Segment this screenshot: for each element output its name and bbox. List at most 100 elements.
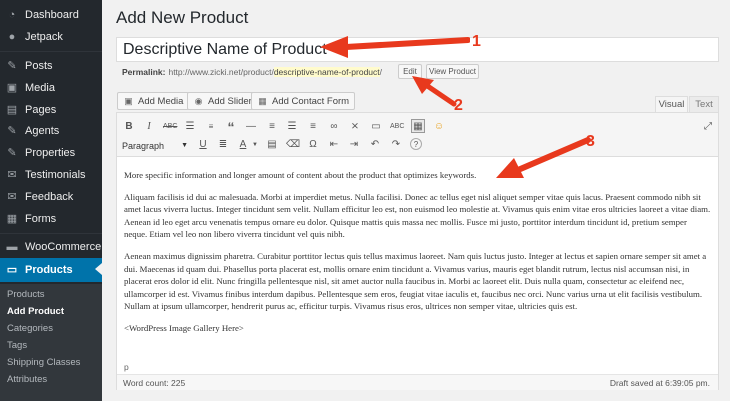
nav-media[interactable]: ▣ Media bbox=[0, 77, 102, 99]
tab-text[interactable]: Text bbox=[689, 96, 719, 112]
numbered-list-icon[interactable]: ≡ bbox=[204, 120, 218, 134]
dashboard-icon: ◔ bbox=[8, 9, 16, 21]
submenu-add-product[interactable]: Add Product bbox=[7, 306, 64, 317]
bold-icon[interactable]: B bbox=[122, 120, 136, 134]
media-icon: ▣ bbox=[6, 82, 18, 94]
align-center-icon[interactable]: ☰ bbox=[285, 120, 299, 134]
intro-paragraph: More specific information and longer amo… bbox=[124, 170, 477, 180]
paste-text-icon[interactable]: ▤ bbox=[265, 138, 279, 152]
annotation-number-1: 1 bbox=[472, 33, 481, 50]
submenu-categories[interactable]: Categories bbox=[7, 323, 53, 334]
comment-icon: ✉ bbox=[7, 169, 17, 181]
chevron-down-icon: ▼ bbox=[181, 142, 188, 149]
toolbar-toggle-icon[interactable]: ▦ bbox=[411, 119, 425, 133]
word-count: Word count: 225 bbox=[123, 378, 186, 388]
horizontal-rule-icon[interactable]: — bbox=[244, 120, 258, 134]
help-icon[interactable]: ? bbox=[410, 138, 422, 150]
permalink-label: Permalink: bbox=[122, 67, 166, 77]
nav-label: Forms bbox=[25, 213, 57, 225]
tab-visual[interactable]: Visual bbox=[655, 96, 688, 112]
woocommerce-icon: ▬ bbox=[6, 241, 18, 253]
nav-products[interactable]: ▭ Products bbox=[0, 258, 102, 282]
products-icon: ▭ bbox=[6, 264, 18, 276]
element-path: p bbox=[124, 362, 129, 372]
nav-label: WooCommerce bbox=[25, 241, 102, 253]
annotation-number-2: 2 bbox=[454, 97, 463, 114]
editor-toolbar: B I ABC ☰ ≡ “ — ≡ ☰ ≡ ∞ ⨯ ▭ ABC ▦ ☺ ⤢ Pa… bbox=[117, 113, 718, 157]
redo-icon[interactable]: ↷ bbox=[389, 138, 403, 152]
permalink-slug[interactable]: descriptive-name-of-product bbox=[273, 67, 380, 77]
add-contact-form-button[interactable]: ▦ Add Contact Form bbox=[251, 92, 356, 110]
media-icon: ▣ bbox=[124, 95, 133, 106]
indent-icon[interactable]: ⇥ bbox=[347, 138, 361, 152]
format-select[interactable]: Paragraph ▼ bbox=[122, 138, 188, 153]
annotation-arrow-2 bbox=[412, 76, 457, 107]
editor-content[interactable]: More specific information and longer amo… bbox=[124, 169, 712, 344]
outdent-icon[interactable]: ⇤ bbox=[327, 138, 341, 152]
link-icon[interactable]: ∞ bbox=[327, 120, 341, 134]
justify-icon[interactable]: ≣ bbox=[216, 138, 230, 152]
nav-posts[interactable]: ✎ Posts bbox=[0, 55, 102, 77]
spellcheck-icon[interactable]: ABC bbox=[390, 120, 404, 134]
menu-separator bbox=[0, 51, 102, 52]
undo-icon[interactable]: ↶ bbox=[368, 138, 382, 152]
page-title: Add New Product bbox=[116, 8, 249, 27]
title-value: Descriptive Name of Product bbox=[123, 40, 327, 58]
nav-properties[interactable]: ✎ Properties bbox=[0, 142, 102, 164]
nav-label: Testimonials bbox=[25, 169, 86, 181]
products-submenu: Products Add Product Categories Tags Shi… bbox=[0, 284, 102, 401]
blockquote-icon[interactable]: “ bbox=[224, 120, 238, 134]
nav-forms[interactable]: ▦ Forms bbox=[0, 208, 102, 230]
permalink-row: Permalink: http://www.zicki.net/product/… bbox=[122, 66, 382, 78]
submenu-tags[interactable]: Tags bbox=[7, 340, 27, 351]
form-icon: ▦ bbox=[258, 95, 267, 106]
nav-testimonials[interactable]: ✉ Testimonials bbox=[0, 164, 102, 186]
annotation-arrow-3 bbox=[496, 137, 591, 178]
nav-woocommerce[interactable]: ▬ WooCommerce bbox=[0, 236, 102, 258]
body-paragraph: Aliquam facilisis id dui ac malesuada. M… bbox=[124, 191, 711, 240]
format-select-value: Paragraph bbox=[122, 140, 165, 151]
permalink-trail: / bbox=[379, 67, 383, 77]
submenu-products[interactable]: Products bbox=[7, 289, 45, 300]
strikethrough-icon[interactable]: ABC bbox=[163, 120, 177, 134]
chevron-down-icon[interactable]: ▼ bbox=[248, 138, 262, 152]
add-media-button[interactable]: ▣ Add Media bbox=[117, 92, 190, 110]
nav-label: Media bbox=[25, 82, 55, 94]
underline-icon[interactable]: U bbox=[196, 138, 210, 152]
slider-icon: ◉ bbox=[194, 95, 203, 106]
align-left-icon[interactable]: ≡ bbox=[265, 120, 279, 134]
nav-dashboard[interactable]: ◔ Dashboard bbox=[0, 4, 102, 26]
nav-agents[interactable]: ✎ Agents bbox=[0, 120, 102, 142]
nav-feedback[interactable]: ✉ Feedback bbox=[0, 186, 102, 208]
annotation-arrow-1 bbox=[320, 36, 470, 58]
submenu-attributes[interactable]: Attributes bbox=[7, 374, 47, 385]
submenu-shipping-classes[interactable]: Shipping Classes bbox=[7, 357, 80, 368]
align-right-icon[interactable]: ≡ bbox=[306, 120, 320, 134]
draft-saved-status: Draft saved at 6:39:05 pm. bbox=[609, 378, 710, 388]
nav-pages[interactable]: ▤ Pages bbox=[0, 99, 102, 121]
gallery-placeholder: <WordPress Image Gallery Here> bbox=[124, 322, 244, 333]
forms-icon: ▦ bbox=[6, 213, 18, 225]
nav-label: Posts bbox=[25, 60, 53, 72]
fullscreen-icon[interactable]: ⤢ bbox=[701, 120, 715, 134]
read-more-icon[interactable]: ▭ bbox=[369, 120, 383, 134]
add-slider-button[interactable]: ◉ Add Slider bbox=[187, 92, 258, 110]
nav-label: Pages bbox=[25, 104, 57, 116]
nav-label: Products bbox=[25, 264, 73, 276]
pin-icon: ✎ bbox=[7, 60, 17, 72]
editor-status-bar: Word count: 225 Draft saved at 6:39:05 p… bbox=[117, 374, 718, 390]
jetpack-icon: ● bbox=[8, 31, 16, 43]
unlink-icon[interactable]: ⨯ bbox=[348, 120, 362, 134]
smiley-icon[interactable]: ☺ bbox=[432, 120, 446, 134]
special-character-icon[interactable]: Ω bbox=[306, 138, 320, 152]
pin-icon: ✎ bbox=[7, 125, 17, 137]
italic-icon[interactable]: I bbox=[142, 120, 156, 134]
pin-icon: ✎ bbox=[7, 147, 17, 159]
clear-formatting-icon[interactable]: ⌫ bbox=[286, 138, 300, 152]
nav-jetpack[interactable]: ● Jetpack bbox=[0, 26, 102, 48]
nav-label: Jetpack bbox=[25, 31, 63, 43]
body-paragraph: Aenean maximus dignissim pharetra. Curab… bbox=[124, 250, 707, 312]
nav-label: Dashboard bbox=[25, 9, 79, 21]
add-media-label: Add Media bbox=[138, 95, 184, 107]
bullet-list-icon[interactable]: ☰ bbox=[183, 120, 197, 134]
